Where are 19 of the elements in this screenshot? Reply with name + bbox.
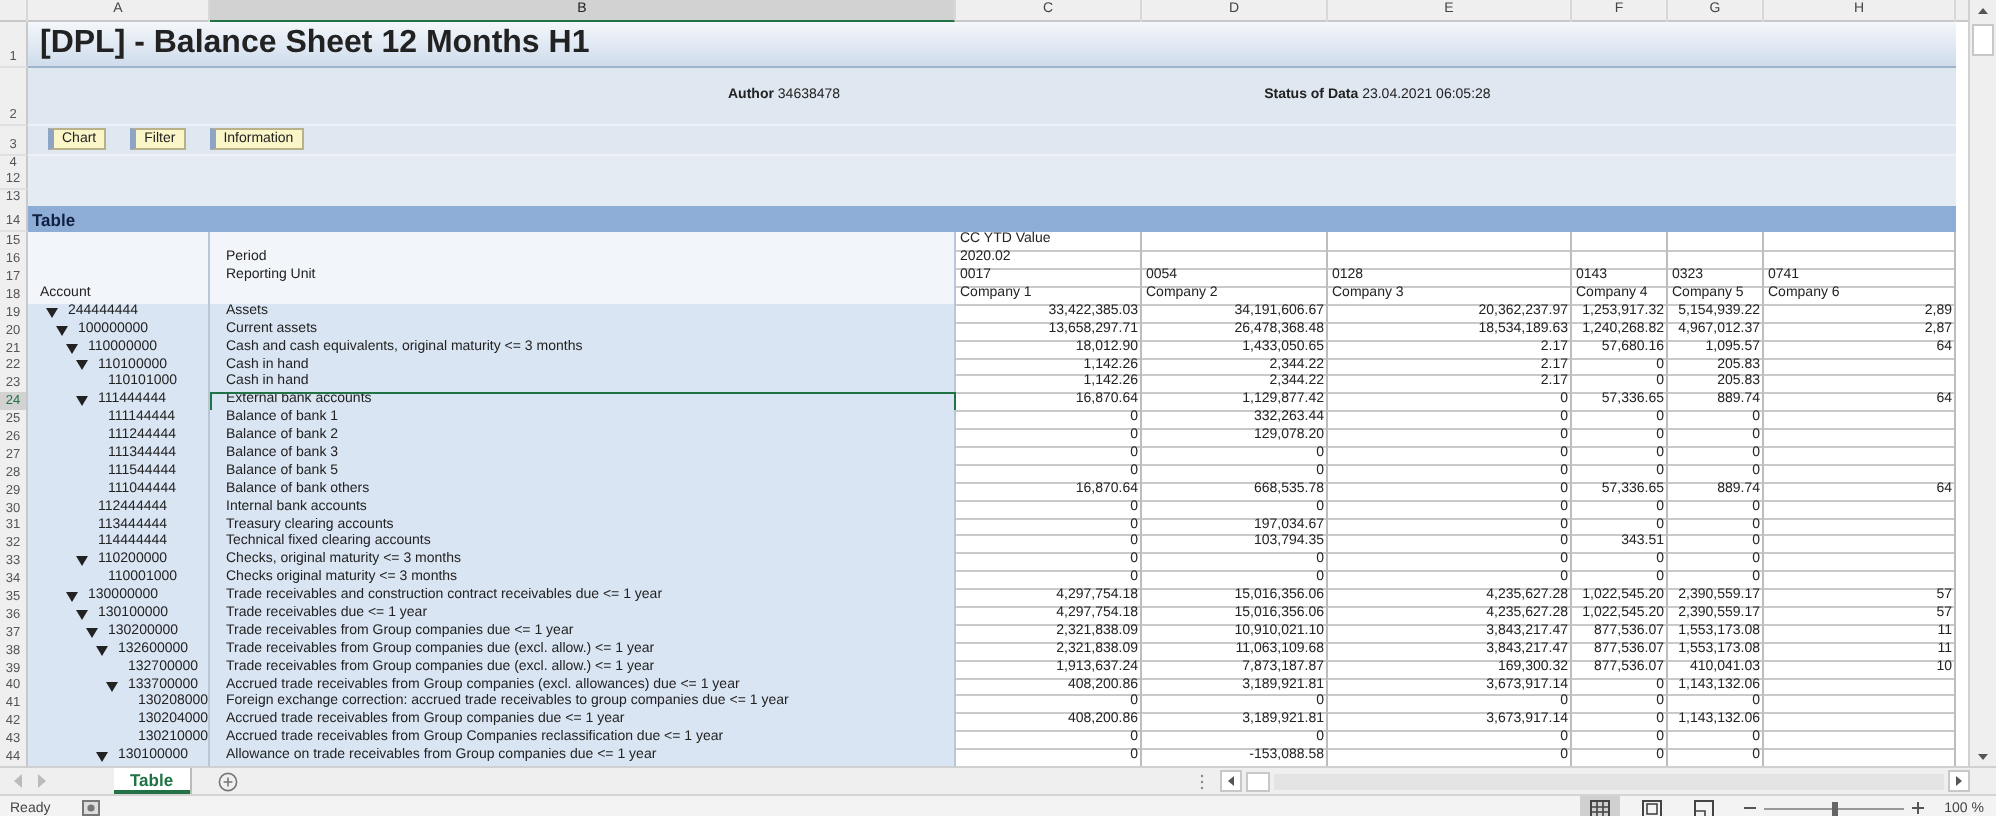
vertical-scrollbar[interactable]: [1968, 0, 1996, 766]
table-cell: [1668, 250, 1764, 271]
zoom-out-icon[interactable]: [1744, 802, 1757, 814]
scroll-right-icon[interactable]: [1948, 770, 1970, 792]
scroll-thumb[interactable]: [1246, 771, 1270, 791]
normal-view-button[interactable]: [1580, 796, 1621, 816]
zoom-slider-thumb[interactable]: [1831, 801, 1838, 815]
splitter-handle-icon[interactable]: [1200, 773, 1204, 789]
report-title: [DPL] - Balance Sheet 12 Months H1: [28, 22, 1956, 68]
section-title: Table: [28, 206, 1956, 233]
add-sheet-icon[interactable]: [217, 771, 238, 791]
table-cell: [1668, 232, 1764, 253]
scroll-left-icon[interactable]: [1220, 770, 1242, 792]
zoom-in-icon[interactable]: [1912, 802, 1925, 814]
scroll-thumb[interactable]: [1972, 24, 1994, 56]
sheet-tab[interactable]: Table: [114, 768, 190, 794]
table-cell: [1572, 250, 1668, 271]
macro-record-icon[interactable]: [82, 800, 101, 816]
table-cell: [1572, 232, 1668, 253]
